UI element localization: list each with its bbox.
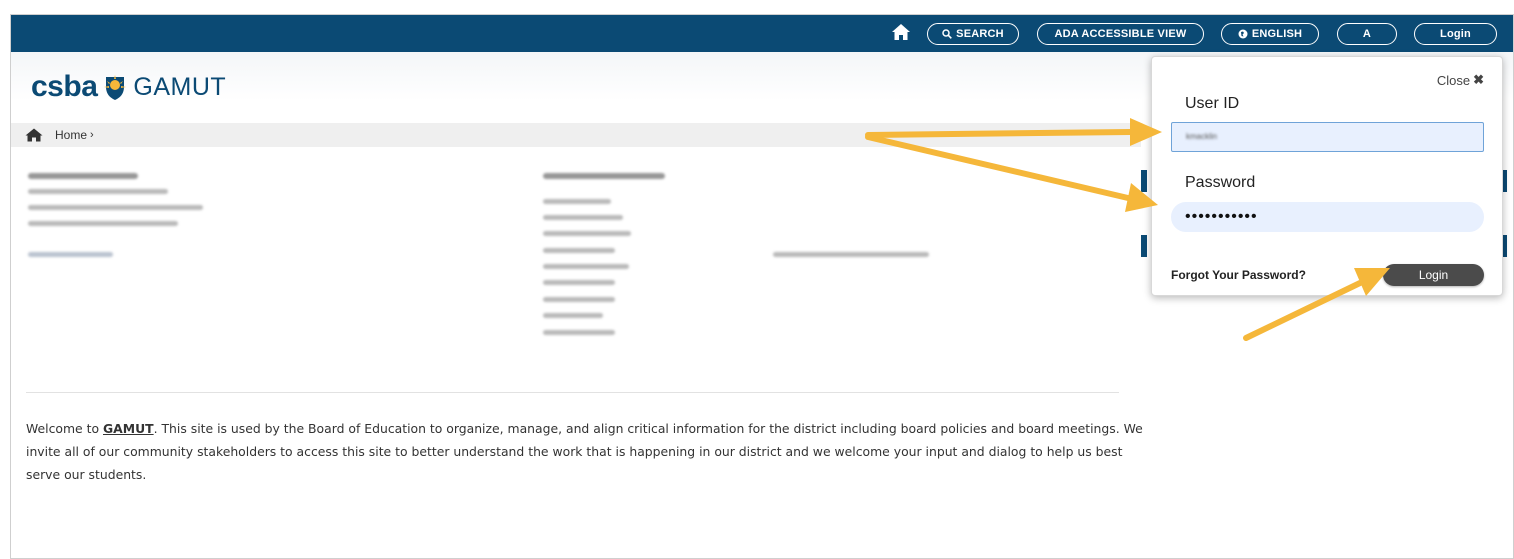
search-icon — [942, 29, 953, 39]
language-button[interactable]: ENGLISH — [1221, 23, 1319, 45]
close-button[interactable]: Close ✖ — [1437, 72, 1484, 88]
user-id-value: kmacklin — [1186, 132, 1218, 141]
ada-accessible-view-button[interactable]: ADA ACCESSIBLE VIEW — [1037, 23, 1204, 45]
logo-csba-text: csba — [31, 70, 98, 103]
gamut-link[interactable]: GAMUT — [103, 421, 154, 436]
breadcrumb-home-link[interactable]: Home — [55, 128, 87, 142]
welcome-text-rest: . This site is used by the Board of Educ… — [26, 421, 1143, 482]
welcome-text-start: Welcome to — [26, 421, 103, 436]
browser-viewport: SEARCH ADA ACCESSIBLE VIEW ENGLISH A Log… — [10, 14, 1514, 559]
font-size-button-label: A — [1362, 28, 1372, 40]
ada-button-label: ADA ACCESSIBLE VIEW — [1054, 28, 1187, 40]
close-icon: ✖ — [1473, 72, 1484, 87]
top-login-button-label: Login — [1440, 28, 1471, 40]
user-id-label: User ID — [1185, 95, 1240, 112]
globe-icon — [1238, 29, 1248, 39]
side-panel-strip — [1141, 170, 1147, 192]
close-label: Close — [1436, 72, 1471, 88]
logo-gamut-text: GAMUT — [133, 72, 227, 101]
welcome-paragraph: Welcome to GAMUT. This site is used by t… — [26, 417, 1146, 486]
password-input[interactable]: ••••••••••• — [1171, 202, 1484, 232]
user-id-input[interactable]: kmacklin — [1171, 122, 1484, 152]
breadcrumb-separator: › — [90, 129, 94, 141]
font-size-button[interactable]: A — [1337, 23, 1397, 45]
top-login-button[interactable]: Login — [1414, 23, 1497, 45]
csba-gamut-logo[interactable]: csba GAMUT — [31, 70, 226, 104]
home-icon[interactable] — [891, 23, 911, 41]
content-divider — [26, 392, 1119, 393]
side-panel-strip — [1141, 235, 1147, 257]
search-button-label: SEARCH — [956, 28, 1004, 40]
password-label: Password — [1185, 174, 1256, 191]
breadcrumb: Home › — [11, 123, 1141, 147]
forgot-password-link[interactable]: Forgot Your Password? — [1171, 268, 1306, 282]
top-nav-bar: SEARCH ADA ACCESSIBLE VIEW ENGLISH A Log… — [11, 15, 1513, 52]
language-button-label: ENGLISH — [1251, 28, 1303, 40]
sun-shield-icon — [104, 75, 127, 100]
login-popup: Close ✖ User ID kmacklin Password ••••••… — [1151, 56, 1503, 296]
search-button[interactable]: SEARCH — [927, 23, 1019, 45]
home-icon[interactable] — [25, 128, 43, 142]
login-submit-button[interactable]: Login — [1383, 264, 1484, 286]
